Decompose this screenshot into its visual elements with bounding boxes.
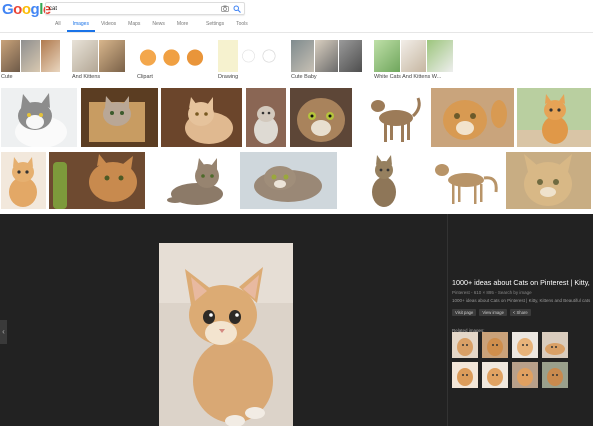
cat-image bbox=[167, 158, 223, 205]
preview-title[interactable]: 1000+ ideas about Cats on Pinterest | Ki… bbox=[452, 278, 593, 287]
cat-image bbox=[161, 88, 242, 147]
chip-label: Drawing bbox=[218, 74, 239, 80]
related-search-chips: Cute And Kittens Clipart Drawing Cute Ba… bbox=[0, 40, 593, 82]
chip-label: Cute Baby bbox=[291, 74, 317, 80]
chip-label: And Kittens bbox=[72, 74, 101, 80]
cat-image bbox=[371, 97, 421, 142]
cat-image bbox=[15, 93, 67, 147]
search-input[interactable] bbox=[49, 4, 209, 14]
chip-thumbnail bbox=[291, 40, 363, 72]
tab-images[interactable]: Images bbox=[66, 21, 95, 32]
cat-image bbox=[290, 88, 352, 147]
tab-more[interactable]: More bbox=[171, 21, 194, 32]
chip-cute[interactable]: Cute bbox=[1, 40, 61, 82]
share-button[interactable]: < Share bbox=[509, 309, 531, 316]
chip-label: Cute bbox=[1, 74, 13, 80]
image-result[interactable] bbox=[506, 152, 591, 209]
related-image[interactable] bbox=[452, 332, 478, 358]
google-logo[interactable]: Google bbox=[2, 1, 51, 18]
tab-all[interactable]: All bbox=[49, 21, 67, 32]
chip-thumbnail bbox=[374, 40, 454, 72]
image-result[interactable] bbox=[155, 152, 237, 209]
cat-image bbox=[435, 164, 498, 204]
image-result[interactable] bbox=[81, 88, 158, 147]
preview-actions: Visit page View image < Share bbox=[452, 309, 593, 316]
panel-divider bbox=[447, 214, 448, 426]
cat-image bbox=[547, 368, 563, 386]
search-header: Google All Images Videos Maps News More … bbox=[0, 0, 593, 33]
cat-image bbox=[246, 88, 286, 147]
tools-link[interactable]: Tools bbox=[230, 21, 254, 32]
preview-image[interactable] bbox=[159, 243, 293, 426]
search-box[interactable] bbox=[45, 2, 245, 15]
image-result[interactable] bbox=[424, 152, 503, 209]
previous-image-button[interactable]: ‹ bbox=[0, 320, 7, 344]
tab-news[interactable]: News bbox=[146, 21, 171, 32]
cat-image bbox=[517, 368, 533, 386]
related-image[interactable] bbox=[512, 332, 538, 358]
tab-maps[interactable]: Maps bbox=[122, 21, 146, 32]
image-result[interactable] bbox=[1, 152, 46, 209]
image-result[interactable] bbox=[358, 152, 411, 209]
chip-thumbnail bbox=[137, 40, 207, 72]
cat-image bbox=[372, 155, 396, 207]
visit-page-button[interactable]: Visit page bbox=[452, 309, 477, 316]
kitten-image bbox=[159, 243, 293, 426]
chip-label: Clipart bbox=[137, 74, 153, 80]
image-result[interactable] bbox=[240, 152, 337, 209]
related-image[interactable] bbox=[482, 332, 508, 358]
logo-letter: o bbox=[13, 1, 22, 18]
cat-image bbox=[457, 368, 473, 386]
search-icon[interactable] bbox=[233, 5, 241, 13]
image-result[interactable] bbox=[431, 88, 514, 147]
image-result[interactable] bbox=[290, 88, 352, 147]
cat-image bbox=[517, 88, 591, 147]
related-image[interactable] bbox=[542, 332, 568, 358]
image-result[interactable] bbox=[1, 88, 77, 147]
preview-details: 1000+ ideas about Cats on Pinterest | Ki… bbox=[452, 278, 593, 333]
chip-label: White Cats And Kittens W... bbox=[374, 74, 442, 80]
image-preview-panel: ‹ 1000+ ideas about Cats on Pinterest | … bbox=[0, 214, 593, 426]
chip-thumbnail bbox=[218, 40, 280, 72]
cat-image bbox=[487, 338, 503, 356]
chip-white-cats-and-kittens[interactable]: White Cats And Kittens W... bbox=[374, 40, 454, 82]
chip-and-kittens[interactable]: And Kittens bbox=[72, 40, 126, 82]
search-tabs: All Images Videos Maps News More bbox=[49, 21, 194, 32]
chip-thumbnail bbox=[1, 40, 61, 72]
chip-thumbnail bbox=[72, 40, 126, 72]
logo-letter: G bbox=[2, 1, 14, 18]
cat-image bbox=[457, 338, 473, 356]
related-image[interactable] bbox=[482, 362, 508, 388]
image-result[interactable] bbox=[356, 88, 426, 147]
cat-image bbox=[487, 368, 503, 386]
chip-cute-baby[interactable]: Cute Baby bbox=[291, 40, 363, 82]
cat-image bbox=[240, 152, 337, 209]
preview-description: 1000+ ideas about Cats on Pinterest | Ki… bbox=[452, 298, 591, 303]
preview-meta: Pinterest - 610 × 895 - Search by image bbox=[452, 290, 532, 295]
tab-videos[interactable]: Videos bbox=[95, 21, 122, 32]
image-result[interactable] bbox=[49, 152, 145, 209]
camera-icon[interactable] bbox=[221, 5, 229, 12]
cat-image bbox=[9, 157, 37, 207]
chip-clipart[interactable]: Clipart bbox=[137, 40, 207, 82]
cat-image bbox=[431, 88, 514, 147]
image-result[interactable] bbox=[246, 88, 286, 147]
logo-letter: o bbox=[21, 1, 31, 18]
search-tools: Settings Tools bbox=[200, 21, 254, 32]
settings-link[interactable]: Settings bbox=[200, 21, 230, 32]
cat-image bbox=[81, 88, 158, 147]
image-result[interactable] bbox=[517, 88, 591, 147]
cat-image bbox=[506, 152, 591, 209]
cat-image bbox=[517, 338, 533, 356]
cat-image bbox=[545, 343, 565, 355]
related-image[interactable] bbox=[452, 362, 478, 388]
related-image[interactable] bbox=[542, 362, 568, 388]
related-image[interactable] bbox=[512, 362, 538, 388]
view-image-button[interactable]: View image bbox=[479, 309, 507, 316]
chip-drawing[interactable]: Drawing bbox=[218, 40, 280, 82]
image-result[interactable] bbox=[161, 88, 242, 147]
cat-image bbox=[49, 152, 145, 209]
logo-letter: g bbox=[30, 1, 40, 18]
